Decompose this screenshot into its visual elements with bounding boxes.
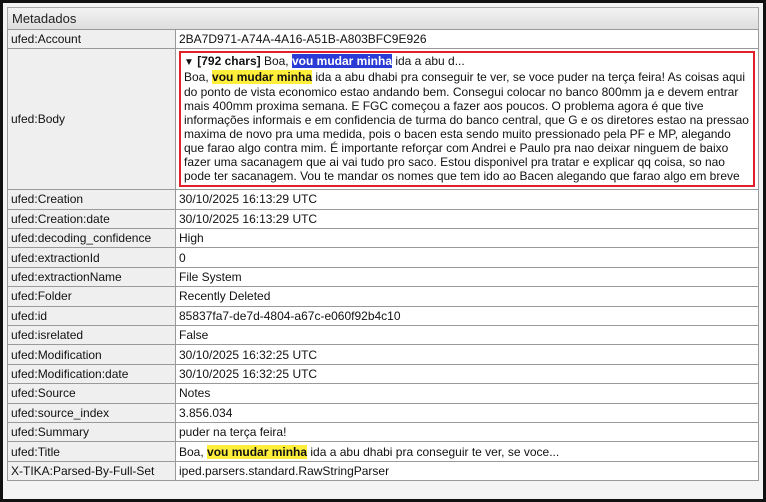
body-full-text[interactable]: Boa, vou mudar minha ida a abu dhabi pra… [184,70,750,183]
row-key: ufed:id [7,305,176,326]
table-row-body: ufed:Body ▼ [792 chars] Boa, vou mudar m… [7,48,759,191]
body-summary-toggle[interactable]: ▼ [792 chars] Boa, vou mudar minha ida a… [184,54,750,70]
search-hit[interactable]: vou mudar minha [207,444,308,459]
expand-triangle-icon[interactable]: ▼ [184,57,194,68]
row-value[interactable]: False [175,324,759,346]
body-cell: ▼ [792 chars] Boa, vou mudar minha ida a… [175,48,759,191]
table-row: ufed:isrelated False [7,324,759,346]
table-row: ufed:extractionId 0 [7,247,759,268]
table-row: ufed:decoding_confidence High [7,228,759,249]
summary-text-post: ida a abu d... [392,54,465,69]
body-highlight-box: ▼ [792 chars] Boa, vou mudar minha ida a… [179,51,755,188]
table-row: ufed:Modification:date 30/10/2025 16:32:… [7,363,759,385]
row-key: ufed:Source [7,383,176,404]
row-value[interactable]: High [175,228,759,249]
table-row: ufed:Creation:date 30/10/2025 16:13:29 U… [7,208,759,230]
summary-text-pre: Boa, [260,54,292,69]
row-key: ufed:Creation:date [7,208,176,230]
metadata-panel: Metadados ufed:Account 2BA7D971-A74A-4A1… [0,0,766,502]
table-row: ufed:source_index 3.856.034 [7,402,759,423]
row-key: ufed:Creation [7,189,176,210]
title-text-post: ida a abu dhabi pra conseguir te ver, se… [307,444,560,459]
row-value[interactable]: 30/10/2025 16:32:25 UTC [175,344,759,365]
row-key: ufed:Body [7,48,176,191]
row-value[interactable]: 2BA7D971-A74A-4A16-A51B-A803BFC9E926 [175,28,759,50]
search-hit-selected[interactable]: vou mudar minha [291,54,392,69]
row-value[interactable]: iped.parsers.standard.RawStringParser [175,460,759,482]
char-count: [792 chars] [197,54,261,69]
title-value[interactable]: Boa, vou mudar minha ida a abu dhabi pra… [175,441,759,462]
row-key: ufed:Modification:date [7,363,176,385]
body-text-post: ida a abu dhabi pra conseguir te ver, se… [184,70,749,184]
row-key: ufed:isrelated [7,324,176,346]
row-value[interactable]: Recently Deleted [175,286,759,307]
row-value[interactable]: File System [175,266,759,288]
panel-title: Metadados [7,7,759,29]
metadata-table: ufed:Account 2BA7D971-A74A-4A16-A51B-A80… [7,28,759,482]
row-value[interactable]: 30/10/2025 16:13:29 UTC [175,189,759,210]
row-key: ufed:Folder [7,286,176,307]
search-hit[interactable]: vou mudar minha [212,70,313,85]
row-value[interactable]: 30/10/2025 16:32:25 UTC [175,363,759,385]
table-row: ufed:Modification 30/10/2025 16:32:25 UT… [7,344,759,365]
body-text-pre: Boa, [184,70,213,85]
row-value[interactable]: 3.856.034 [175,402,759,423]
row-key: X-TIKA:Parsed-By-Full-Set [7,460,176,482]
row-key: ufed:extractionId [7,247,176,268]
table-row: ufed:id 85837fa7-de7d-4804-a67c-e060f92b… [7,305,759,326]
table-row: X-TIKA:Parsed-By-Full-Set iped.parsers.s… [7,460,759,482]
table-row: ufed:Creation 30/10/2025 16:13:29 UTC [7,189,759,210]
row-key: ufed:Summary [7,421,176,443]
table-row: ufed:Folder Recently Deleted [7,286,759,307]
row-key: ufed:Title [7,441,176,462]
row-key: ufed:extractionName [7,266,176,288]
row-key: ufed:Modification [7,344,176,365]
row-key: ufed:decoding_confidence [7,228,176,249]
row-value[interactable]: Notes [175,383,759,404]
row-key: ufed:Account [7,28,176,50]
title-text-pre: Boa, [179,444,208,459]
table-row: ufed:Account 2BA7D971-A74A-4A16-A51B-A80… [7,28,759,50]
row-value[interactable]: 0 [175,247,759,268]
row-value[interactable]: 30/10/2025 16:13:29 UTC [175,208,759,230]
table-row: ufed:extractionName File System [7,266,759,288]
table-row: ufed:Title Boa, vou mudar minha ida a ab… [7,441,759,462]
row-key: ufed:source_index [7,402,176,423]
table-row: ufed:Source Notes [7,383,759,404]
table-row: ufed:Summary puder na terça feira! [7,421,759,443]
row-value[interactable]: 85837fa7-de7d-4804-a67c-e060f92b4c10 [175,305,759,326]
row-value[interactable]: puder na terça feira! [175,421,759,443]
